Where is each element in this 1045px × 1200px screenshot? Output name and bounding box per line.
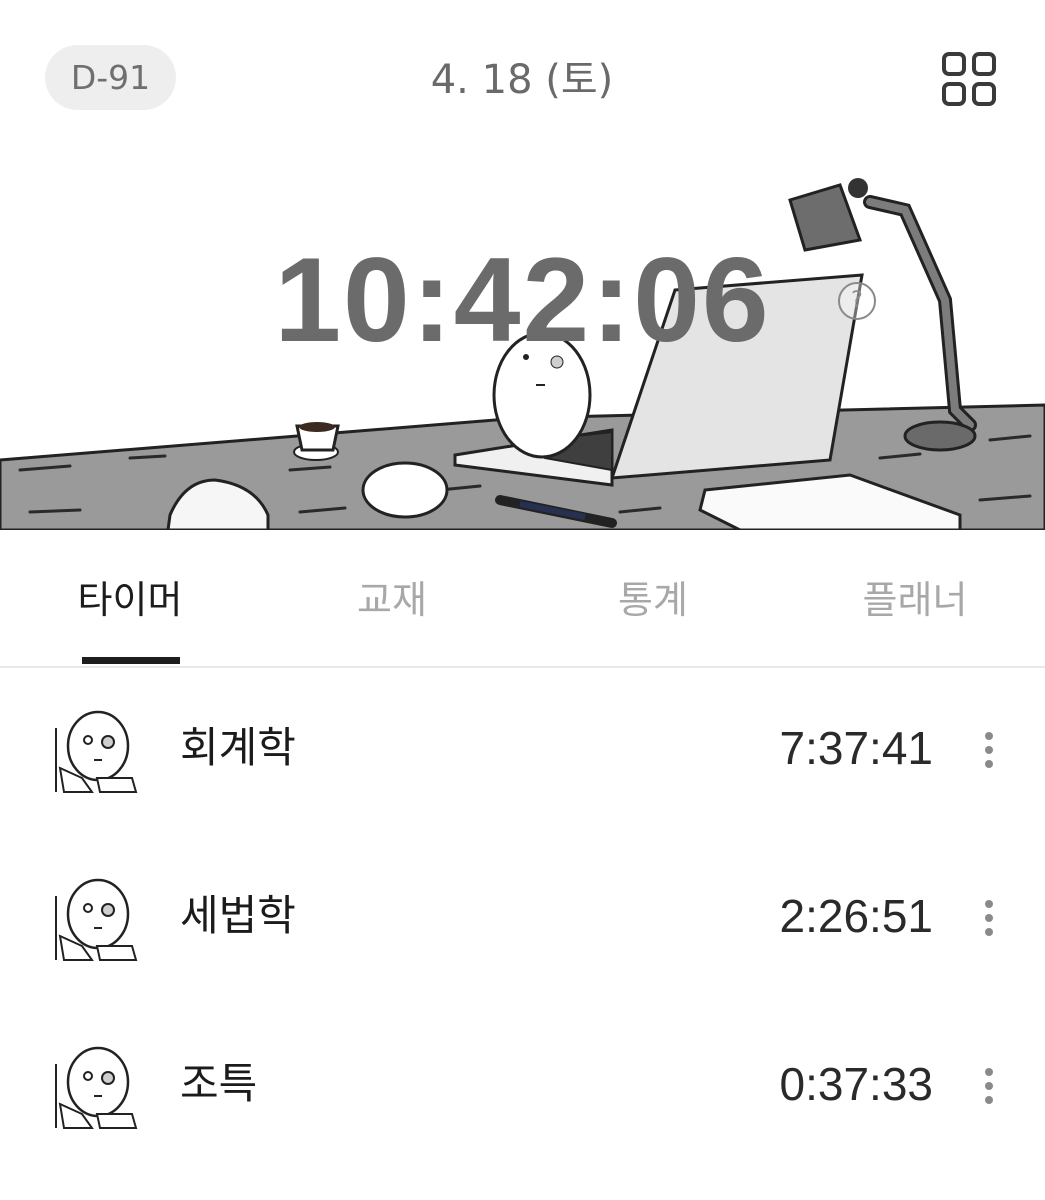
tab-timer[interactable]: 타이머 xyxy=(60,570,200,630)
top-bar: D-91 4. 18 (토) xyxy=(0,0,1045,150)
subject-time: 7:37:41 xyxy=(779,722,933,774)
current-date[interactable]: 4. 18 (토) xyxy=(322,50,722,110)
timer-hero: 10:42:06 ? xyxy=(0,140,1045,530)
tab-textbook[interactable]: 교재 xyxy=(322,570,462,630)
tab-statistics[interactable]: 통계 xyxy=(583,570,723,630)
more-vertical-icon[interactable] xyxy=(972,1064,1006,1108)
tab-planner[interactable]: 플래너 xyxy=(845,570,985,630)
character-avatar-icon xyxy=(52,1044,140,1130)
subject-time: 2:26:51 xyxy=(779,890,933,942)
list-item[interactable]: 조특 0:37:33 xyxy=(0,1004,1045,1172)
subject-time: 0:37:33 xyxy=(779,1058,933,1110)
list-item[interactable]: 세법학 2:26:51 xyxy=(0,836,1045,1004)
question-circle-icon[interactable]: ? xyxy=(838,282,876,320)
more-vertical-icon[interactable] xyxy=(972,728,1006,772)
subject-name: 세법학 xyxy=(180,891,296,940)
active-tab-indicator xyxy=(82,657,180,664)
character-avatar-icon xyxy=(52,876,140,962)
dday-badge[interactable]: D-91 xyxy=(45,45,176,110)
subject-name: 회계학 xyxy=(180,723,296,772)
subject-name: 조특 xyxy=(180,1059,258,1108)
list-item[interactable]: 회계학 7:37:41 xyxy=(0,668,1045,836)
more-vertical-icon[interactable] xyxy=(972,896,1006,940)
grid-icon[interactable] xyxy=(940,50,998,108)
tab-bar: 타이머 교재 통계 플래너 xyxy=(0,530,1045,668)
elapsed-timer: 10:42:06 xyxy=(274,233,771,367)
character-avatar-icon xyxy=(52,708,140,794)
